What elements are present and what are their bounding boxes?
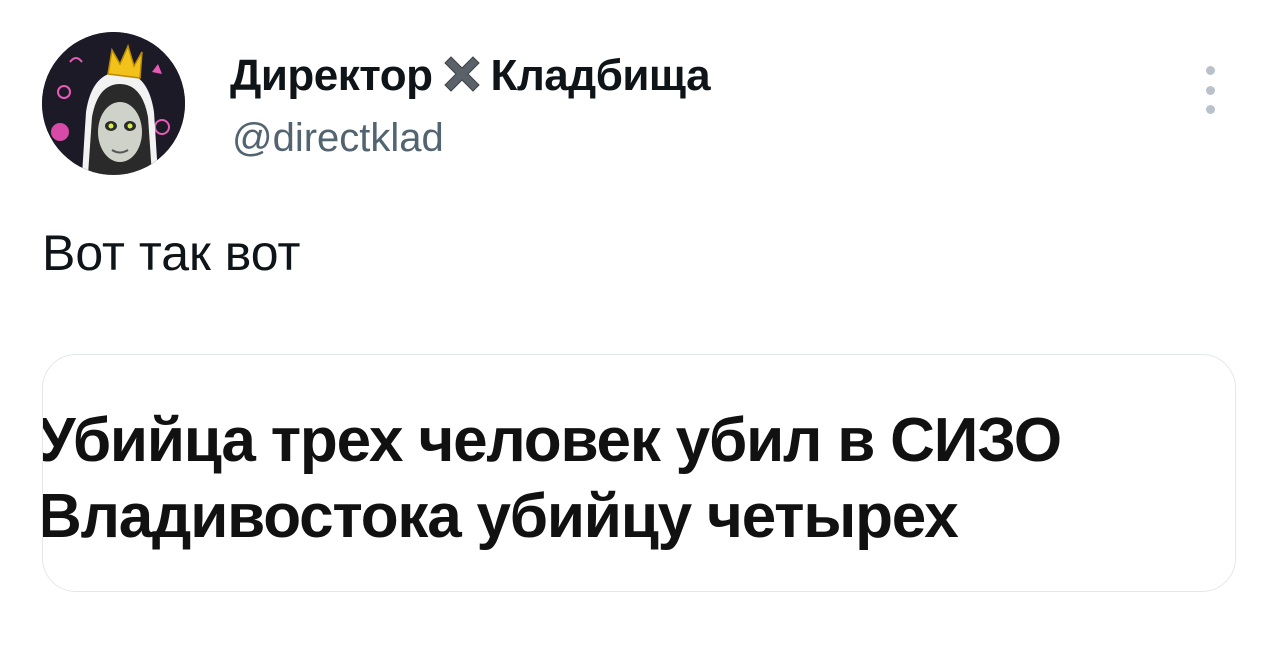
- more-dot: [1205, 105, 1215, 114]
- more-options-icon[interactable]: [1196, 66, 1224, 114]
- tweet-text: Вот так вот: [42, 225, 301, 281]
- more-dot: [1205, 85, 1215, 95]
- display-name-part1: Директор: [230, 51, 433, 100]
- media-headline: Убийца трех человек убил в СИЗО Владивос…: [42, 403, 1062, 555]
- media-card[interactable]: Убийца трех человек убил в СИЗО Владивос…: [42, 354, 1236, 592]
- cross-mark-icon: [443, 56, 480, 92]
- headline-line-1: Убийца трех человек убил в СИЗО: [42, 406, 1062, 475]
- tweet: Директор Кладбища @directklad Вот так во…: [0, 0, 1280, 662]
- display-name-part2: Кладбища: [490, 51, 711, 100]
- more-dot: [1205, 66, 1215, 75]
- headline-line-2: Владивостока убийцу четырех: [42, 482, 959, 551]
- avatar[interactable]: [42, 32, 185, 175]
- avatar-image: [42, 32, 185, 175]
- display-name-row[interactable]: Директор Кладбища: [230, 48, 711, 104]
- user-handle[interactable]: @directklad: [232, 112, 444, 164]
